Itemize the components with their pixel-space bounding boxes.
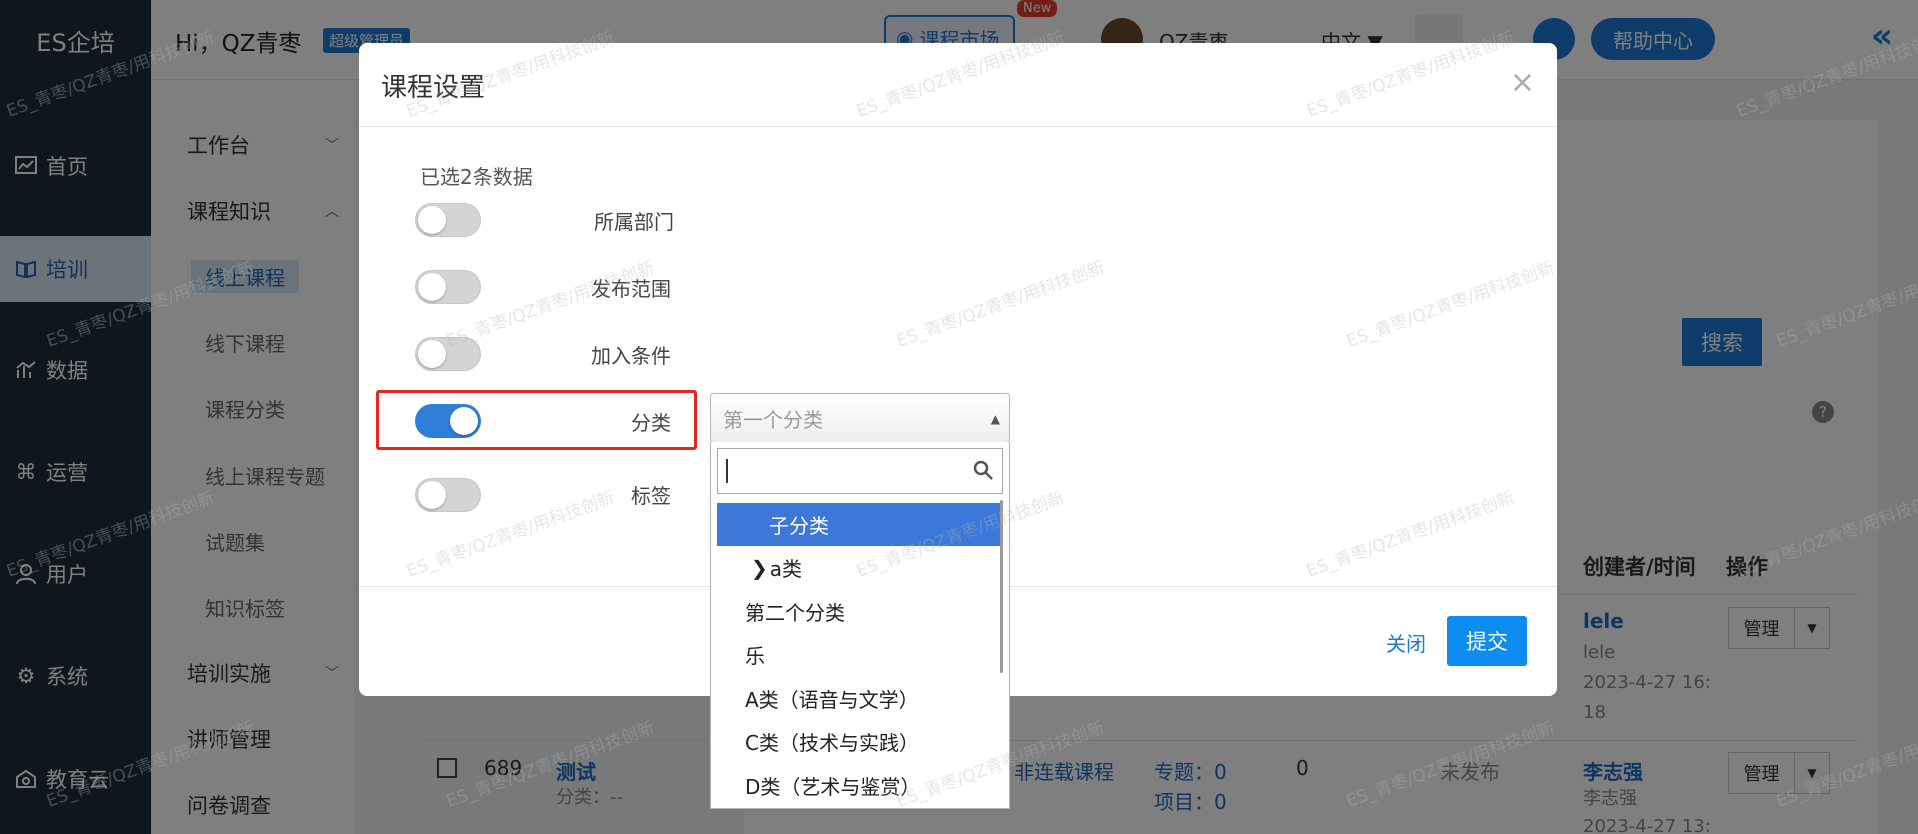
chevron-right-icon: ❯ bbox=[751, 555, 768, 580]
option-label: D类（艺术与鉴赏） bbox=[745, 775, 921, 799]
toggle-knob bbox=[418, 340, 446, 368]
option-label: 第二个分类 bbox=[745, 601, 845, 625]
option-a-category[interactable]: ❯ a类 bbox=[717, 546, 1003, 589]
category-select[interactable]: 第一个分类 ▲ bbox=[710, 393, 1010, 443]
selected-count: 已选2条数据 bbox=[420, 165, 533, 189]
field-label-tag: 标签 bbox=[631, 484, 671, 508]
field-label-join-condition: 加入条件 bbox=[591, 344, 671, 368]
category-select-value: 第一个分类 bbox=[723, 407, 823, 432]
option-a-literature[interactable]: A类（语音与文学） bbox=[717, 677, 1003, 720]
option-label: A类（语音与文学） bbox=[745, 688, 919, 712]
field-label-category: 分类 bbox=[631, 411, 671, 435]
field-label-publish-scope: 发布范围 bbox=[591, 277, 671, 301]
toggle-department[interactable] bbox=[415, 203, 481, 237]
option-label: 乐 bbox=[745, 644, 765, 668]
option-le[interactable]: 乐 bbox=[717, 633, 1003, 676]
option-label: 子分类 bbox=[769, 514, 829, 538]
toggle-join-condition[interactable] bbox=[415, 337, 481, 371]
category-search-input[interactable] bbox=[717, 448, 1003, 494]
caret-up-icon: ▲ bbox=[990, 412, 1000, 426]
modal-title: 课程设置 bbox=[381, 73, 486, 103]
category-dropdown: 子分类 ❯ a类 第二个分类 乐 A类（语音与文学） C类（技术与实践） D类（艺… bbox=[710, 442, 1010, 809]
option-d-art[interactable]: D类（艺术与鉴赏） bbox=[717, 764, 1003, 807]
option-c-tech[interactable]: C类（技术与实践） bbox=[717, 720, 1003, 763]
submit-button[interactable]: 提交 bbox=[1447, 616, 1527, 666]
toggle-publish-scope[interactable] bbox=[415, 270, 481, 304]
toggle-knob bbox=[450, 407, 478, 435]
option-label: a类 bbox=[769, 557, 803, 581]
close-icon[interactable]: × bbox=[1510, 65, 1535, 100]
option-label: C类（技术与实践） bbox=[745, 731, 919, 755]
field-label-department: 所属部门 bbox=[594, 210, 674, 234]
option-second-category[interactable]: 第二个分类 bbox=[717, 590, 1003, 633]
option-sub-category[interactable]: 子分类 bbox=[717, 503, 1003, 546]
toggle-tag[interactable] bbox=[415, 478, 481, 512]
close-button[interactable]: 关闭 bbox=[1386, 628, 1426, 657]
toggle-knob bbox=[418, 481, 446, 509]
toggle-category[interactable] bbox=[415, 404, 481, 438]
dropdown-scrollbar[interactable] bbox=[1000, 500, 1003, 673]
toggle-knob bbox=[418, 273, 446, 301]
text-caret bbox=[726, 459, 728, 483]
toggle-knob bbox=[418, 206, 446, 234]
search-icon bbox=[973, 460, 993, 480]
modal-header: 课程设置 × bbox=[359, 43, 1557, 127]
